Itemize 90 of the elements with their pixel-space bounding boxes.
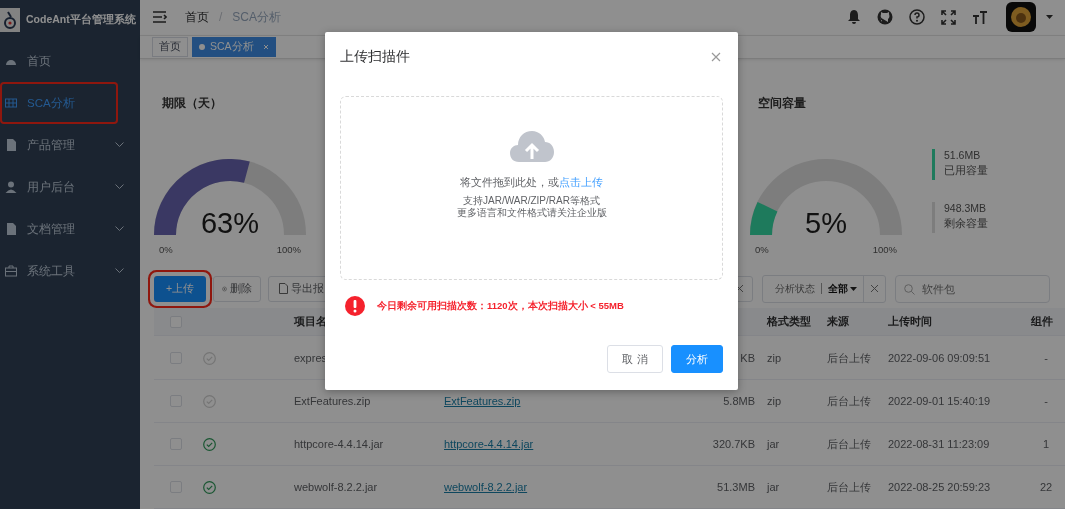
chevron-down-icon <box>115 226 124 231</box>
gauge-percent: 5% <box>804 207 848 241</box>
table-cell-text: 后台上传 <box>826 479 872 495</box>
fullscreen-icon[interactable] <box>941 9 956 25</box>
caret-down-icon[interactable] <box>1046 15 1053 20</box>
gauge-min-label: 0% <box>159 244 173 256</box>
table-cell-text: 2022-08-31 11:23:09 <box>887 438 991 450</box>
table-cell: 5.8MB <box>723 395 755 407</box>
avatar[interactable] <box>1006 2 1036 33</box>
warning-icon <box>345 296 365 316</box>
page-tab[interactable]: 首页 <box>152 36 188 57</box>
card-title: 期限（天） <box>162 95 223 113</box>
table-cell-text: zip <box>766 352 783 364</box>
caret-down-icon[interactable] <box>850 286 857 291</box>
status-filter[interactable]: 分析状态 全部 <box>762 274 886 303</box>
column-header: 组件 <box>1030 314 1054 329</box>
column-header: 格式类型 <box>766 314 812 329</box>
file-link[interactable]: ExtFeatures.zip <box>444 395 521 407</box>
format-hint: 更多语言和文件格式请关注企业版 <box>456 207 607 219</box>
gauge-max-label: 100% <box>872 244 897 256</box>
analyze-button[interactable]: 分析 <box>671 345 723 373</box>
cancel-button[interactable]: 取 消 <box>607 345 663 373</box>
table-cell-text: 2022-09-06 09:09:51 <box>887 352 992 364</box>
gauge-percent: 63% <box>199 207 260 241</box>
table-cell-text: 后台上传 <box>826 393 872 409</box>
bell-icon[interactable] <box>847 9 861 26</box>
upload-dropzone[interactable]: 将文件拖到此处，或点击上传 支持JAR/WAR/ZIP/RAR等格式 更多语言和文件格式请关注企业版 <box>340 96 723 280</box>
document-icon <box>279 283 288 295</box>
page-tab[interactable]: SCA分析 <box>192 36 276 57</box>
card-title: 空间容量 <box>758 95 807 113</box>
sidebar-item[interactable]: 首页 <box>0 40 140 82</box>
toolbar-button[interactable]: +上传 <box>154 275 206 302</box>
table-cell-text: jar <box>765 481 781 493</box>
app-title: CodeAnt平台管理系统 <box>26 13 136 27</box>
file-link[interactable]: webwolf-8.2.2.jar <box>444 481 528 493</box>
toolbar-button[interactable]: 删除 <box>213 275 261 302</box>
table-cell: KB <box>740 352 755 364</box>
table-cell-text: httpcore-4.4.14.jar <box>293 438 385 450</box>
font-size-icon[interactable] <box>972 9 988 25</box>
github-icon[interactable] <box>877 9 893 26</box>
table-cell: 320.7KB <box>712 438 755 450</box>
menu-icon[interactable] <box>153 11 167 24</box>
menu-item-icon <box>5 139 17 151</box>
sidebar-item[interactable]: 产品管理 <box>0 124 140 166</box>
table-cell-text: ExtFeatures.zip <box>293 395 372 407</box>
gauge-max-label: 100% <box>276 244 301 256</box>
sidebar-item[interactable]: 文档管理 <box>0 208 140 250</box>
table-cell-text: 后台上传 <box>826 436 872 452</box>
sidebar-item[interactable]: 用户后台 <box>0 166 140 208</box>
chevron-down-icon <box>115 142 124 147</box>
format-hint: 支持JAR/WAR/ZIP/RAR等格式 <box>463 195 600 207</box>
sidebar-item[interactable]: SCA分析 <box>0 82 118 124</box>
column-header: 来源 <box>826 314 850 329</box>
dialog-title: 上传扫描件 <box>340 48 410 66</box>
menu-item-icon <box>5 265 17 277</box>
table-cell-text: zip <box>766 395 783 407</box>
table-cell-text: 1 <box>1041 438 1051 450</box>
search-icon <box>904 283 915 295</box>
table-cell-text: 后台上传 <box>826 350 872 366</box>
help-icon[interactable] <box>909 9 925 26</box>
file-link[interactable]: httpcore-4.4.14.jar <box>444 438 534 450</box>
cloud-upload-icon <box>508 129 555 163</box>
legend-value: 948.3MB <box>944 202 988 215</box>
table-cell-text: 2022-09-01 15:40:19 <box>887 395 992 407</box>
table-cell-text: webwolf-8.2.2.jar <box>293 481 379 493</box>
menu-item-icon <box>5 223 17 235</box>
search-field[interactable]: 软件包 <box>895 274 1050 303</box>
circle-dot-icon <box>222 283 227 294</box>
chevron-down-icon <box>115 184 124 189</box>
legend-label: 剩余容量 <box>944 217 988 232</box>
table-cell-text: - <box>1043 352 1049 364</box>
warning-message: 今日剩余可用扫描次数：1120次，本次扫描大小 < 55MB <box>377 299 624 313</box>
upload-link[interactable]: 点击上传 <box>559 176 603 188</box>
legend-value: 51.6MB <box>944 149 982 162</box>
chevron-down-icon <box>115 268 124 273</box>
sidebar-item[interactable]: 系统工具 <box>0 250 140 292</box>
column-header: 项目名 <box>293 314 328 329</box>
table-cell: 51.3MB <box>717 481 755 493</box>
menu-item-icon <box>5 97 17 109</box>
table-cell-text: 2022-08-25 20:59:23 <box>887 481 992 493</box>
table-cell-text: - <box>1043 395 1049 407</box>
legend-label: 已用容量 <box>944 164 988 179</box>
breadcrumb-separator: / <box>219 10 223 25</box>
gauge-min-label: 0% <box>755 244 769 256</box>
table-cell-text: 22 <box>1038 481 1054 493</box>
table-cell-text: jar <box>765 438 781 450</box>
drop-instruction: 将文件拖到此处，或点击上传 <box>460 176 603 190</box>
column-header: 上传时间 <box>887 314 933 329</box>
menu-item-icon <box>5 181 17 193</box>
breadcrumb-item[interactable]: 首页 <box>185 8 209 26</box>
